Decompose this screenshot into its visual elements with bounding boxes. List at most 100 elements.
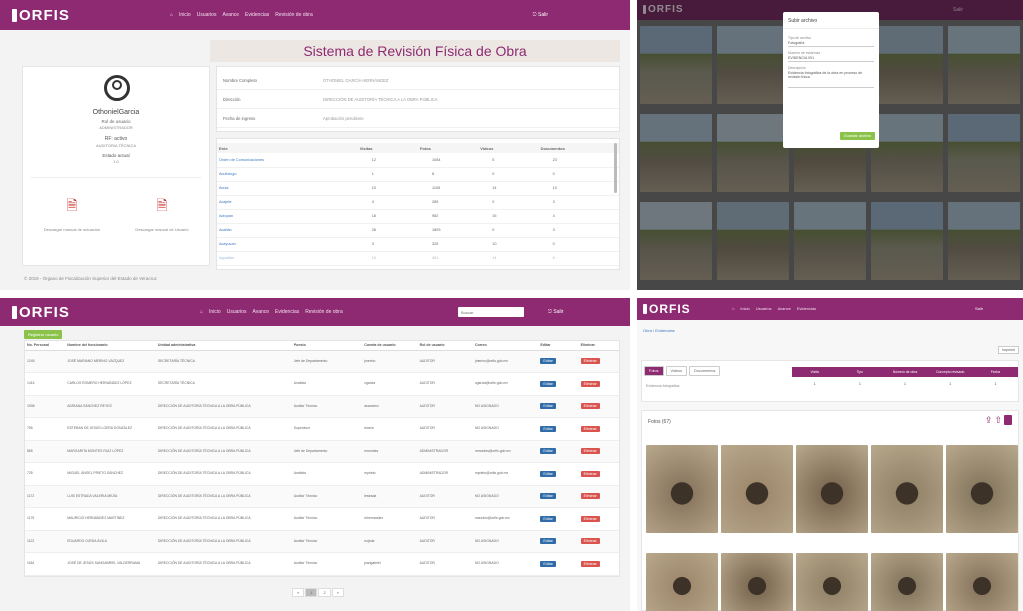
orfis-logo[interactable]: ORFIS (12, 7, 70, 24)
column-header[interactable]: Nombre del funcionario (65, 341, 156, 350)
evidence-photo[interactable] (871, 445, 943, 533)
delete-button[interactable]: Eliminar (580, 448, 600, 455)
search-input[interactable] (458, 307, 524, 317)
delete-button[interactable]: Eliminar (580, 380, 600, 387)
breadcrumb[interactable]: Obra / Evidencias (643, 328, 675, 333)
nav-inicio[interactable]: Inicio (740, 306, 749, 311)
page-link[interactable]: 1 (305, 588, 318, 597)
column-header[interactable]: Fotos (417, 143, 479, 153)
add-user-button[interactable]: Registrar usuario (24, 330, 63, 339)
nav-usuarios[interactable]: Usuarios (197, 12, 217, 18)
column-header[interactable]: Documentos (538, 143, 619, 153)
upload-icon[interactable]: ⇧ (994, 415, 1002, 426)
column-header[interactable]: Unidad administrativa (156, 341, 292, 350)
tab-fotos[interactable]: Fotos (644, 366, 664, 376)
edit-button[interactable]: Editar (540, 425, 556, 432)
edit-button[interactable]: Editar (540, 515, 556, 522)
download-manual-usuario[interactable]: 🗎 Descargar manual de Usuario (121, 195, 203, 232)
page-link[interactable]: 2 (318, 588, 331, 597)
nav-inicio[interactable]: Inicio (179, 12, 191, 18)
download-manual-actuacion[interactable]: 🗎 Descargar manual de actuación (31, 195, 113, 232)
ente-link[interactable]: Acayucan (217, 237, 358, 251)
edit-button[interactable]: Editar (540, 403, 556, 410)
ente-link[interactable]: Aguatlán (217, 251, 358, 265)
edit-button[interactable]: Editar (540, 380, 556, 387)
ente-link[interactable]: Acatlán (217, 223, 358, 237)
edit-button[interactable]: Editar (540, 470, 556, 477)
evidence-photo[interactable] (796, 553, 868, 611)
page-link[interactable]: » (331, 588, 344, 597)
column-header[interactable]: Correo (473, 341, 538, 350)
edit-button[interactable]: Editar (540, 358, 556, 365)
field-input[interactable]: Evidencia fotográfica de la obra en proc… (788, 70, 874, 88)
column-header[interactable]: Número de obra (882, 367, 927, 377)
column-header[interactable]: Cuenta de usuario (362, 341, 417, 350)
edit-button[interactable]: Editar (540, 448, 556, 455)
logout-button[interactable]: ⎋ Salir (548, 309, 563, 315)
tab-documentos[interactable]: Documentos (689, 366, 721, 376)
ente-link[interactable]: Acajete (217, 195, 358, 209)
save-file-button[interactable]: Guardar archivo (839, 132, 875, 140)
ente-link[interactable]: Actopan (217, 209, 358, 223)
edit-button[interactable]: Editar (540, 493, 556, 500)
share-icon[interactable]: ⇪ (985, 415, 993, 426)
nav-avance[interactable]: Avance (778, 306, 791, 311)
column-header[interactable]: Tipo (837, 367, 882, 377)
nav-usuarios[interactable]: Usuarios (756, 306, 772, 311)
evidence-photo[interactable] (721, 553, 793, 611)
nav-avance[interactable]: Avance (252, 309, 269, 315)
column-header[interactable]: Visita (792, 367, 837, 377)
evidence-photo[interactable] (646, 553, 718, 611)
page-link[interactable]: « (292, 588, 305, 597)
field-input[interactable]: EVIDENCIA 001 (788, 55, 874, 62)
ente-link[interactable]: Acula (217, 181, 358, 195)
field-input[interactable]: Fotografía (788, 40, 874, 47)
edit-button[interactable]: Editar (540, 560, 556, 567)
delete-button[interactable]: Eliminar (580, 358, 600, 365)
column-header[interactable]: Puesto (292, 341, 362, 350)
delete-button[interactable]: Eliminar (580, 403, 600, 410)
nav-avance[interactable]: Avance (222, 12, 239, 18)
orfis-logo[interactable]: ORFIS (643, 302, 691, 316)
column-header[interactable]: Editar (538, 341, 578, 350)
column-header[interactable]: Visitas (357, 143, 418, 153)
logout-button[interactable]: ⎋ Salir (533, 12, 548, 18)
delete-button[interactable]: Eliminar (580, 470, 600, 477)
nav-home-icon[interactable]: ⌂ (200, 309, 203, 315)
ente-link[interactable]: Orden de Comunicaciones (217, 153, 358, 167)
evidence-photo[interactable] (721, 445, 793, 533)
nav-evidencias[interactable]: Evidencias (245, 12, 269, 18)
nav-home-icon[interactable]: ⌂ (732, 306, 734, 311)
nav-revision[interactable]: Revisión de obra (275, 12, 313, 18)
nav-usuarios[interactable]: Usuarios (227, 309, 247, 315)
column-header[interactable]: No. Personal (25, 341, 65, 350)
orfis-logo[interactable]: ORFIS (12, 304, 70, 321)
add-photo-icon[interactable] (1004, 415, 1012, 425)
column-header[interactable]: Rol de usuario (418, 341, 473, 350)
ente-link[interactable]: Acultzingo (217, 167, 358, 181)
column-header[interactable]: Videos (478, 143, 539, 153)
logout-button[interactable]: Salir (975, 306, 983, 311)
column-header[interactable]: Fecha (973, 367, 1018, 377)
delete-button[interactable]: Eliminar (580, 425, 600, 432)
evidence-photo[interactable] (946, 445, 1018, 533)
nav-inicio[interactable]: Inicio (209, 309, 221, 315)
column-header[interactable]: Concepto revisado (928, 367, 973, 377)
delete-button[interactable]: Eliminar (580, 560, 600, 567)
edit-button[interactable]: Editar (540, 538, 556, 545)
nav-home-icon[interactable]: ⌂ (170, 12, 173, 18)
nav-evidencias[interactable]: Evidencias (275, 309, 299, 315)
print-button[interactable]: Imprimir (998, 346, 1019, 354)
nav-revision[interactable]: Revisión de obra (305, 309, 343, 315)
nav-evidencias[interactable]: Evidencias (797, 306, 816, 311)
table-scrollbar[interactable] (614, 143, 617, 193)
column-header[interactable]: Ente (217, 143, 358, 153)
evidence-photo[interactable] (946, 553, 1018, 611)
delete-button[interactable]: Eliminar (580, 515, 600, 522)
tab-videos[interactable]: Videos (665, 366, 688, 376)
evidence-photo[interactable] (646, 445, 718, 533)
column-header[interactable]: Eliminar (579, 341, 619, 350)
delete-button[interactable]: Eliminar (580, 538, 600, 545)
evidence-photo[interactable] (796, 445, 868, 533)
delete-button[interactable]: Eliminar (580, 493, 600, 500)
